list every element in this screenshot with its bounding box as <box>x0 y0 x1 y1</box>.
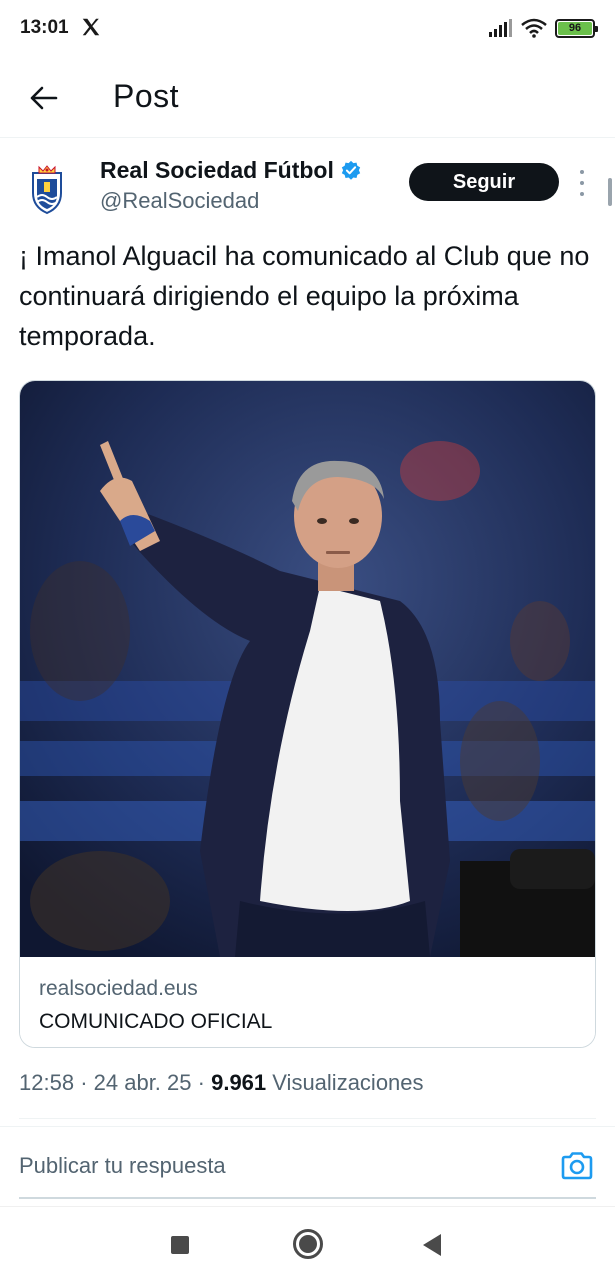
battery-level: 96 <box>558 21 592 35</box>
battery-icon: 96 <box>555 18 598 38</box>
views-count: 9.961 <box>211 1070 267 1095</box>
arrow-left-icon <box>30 86 58 110</box>
post-text: ¡ Imanol Alguacil ha comunicado al Club … <box>19 241 590 351</box>
camera-icon[interactable] <box>560 1151 594 1181</box>
avatar[interactable] <box>19 162 75 218</box>
recents-square-icon[interactable] <box>171 1236 189 1254</box>
reply-input[interactable]: Publicar tu respuesta <box>19 1153 226 1179</box>
card-title: COMUNICADO OFICIAL <box>39 1010 273 1033</box>
status-time: 13:01 <box>20 17 69 38</box>
signal-icon <box>489 19 512 37</box>
back-triangle-icon[interactable] <box>423 1234 441 1256</box>
x-logo-icon <box>82 18 100 36</box>
page-title: Post <box>113 78 180 114</box>
author-handle[interactable]: @RealSociedad <box>100 188 259 214</box>
reply-underline <box>19 1197 596 1199</box>
reply-bar: Publicar tu respuesta <box>0 1126 615 1204</box>
home-circle-icon[interactable] <box>293 1229 323 1259</box>
follow-button[interactable]: Seguir <box>409 163 559 201</box>
post-time[interactable]: 12:58 <box>19 1070 74 1095</box>
status-bar: 13:01 96 <box>0 0 615 58</box>
author-name[interactable]: Real Sociedad Fútbol <box>100 157 362 184</box>
club-crest-icon <box>32 165 62 215</box>
header: Post <box>0 58 615 138</box>
post-date[interactable]: 24 abr. 25 <box>94 1070 192 1095</box>
link-card[interactable]: realsociedad.eus COMUNICADO OFICIAL <box>19 380 596 1048</box>
status-icons: 96 <box>489 18 598 38</box>
more-options-icon[interactable] <box>572 170 592 196</box>
meta-separator: · <box>197 1070 205 1095</box>
card-domain: realsociedad.eus <box>39 977 198 1000</box>
scrollbar[interactable] <box>608 178 612 206</box>
author-name-text: Real Sociedad Fútbol <box>100 157 334 183</box>
system-nav-bar <box>0 1206 615 1280</box>
views-label: Visualizaciones <box>272 1070 424 1095</box>
back-button[interactable] <box>22 78 66 118</box>
post-meta: 12:58 · 24 abr. 25 · 9.961 Visualizacion… <box>19 1070 424 1096</box>
post-image[interactable] <box>20 381 595 957</box>
wifi-icon <box>521 18 547 38</box>
screen: 13:01 96 Post Real Sociedad Fútbol @Real… <box>0 0 615 1280</box>
link-card-meta[interactable]: realsociedad.eus COMUNICADO OFICIAL <box>20 957 595 1047</box>
meta-separator: · <box>80 1070 88 1095</box>
verified-badge-icon <box>341 160 361 180</box>
divider <box>19 1118 596 1119</box>
